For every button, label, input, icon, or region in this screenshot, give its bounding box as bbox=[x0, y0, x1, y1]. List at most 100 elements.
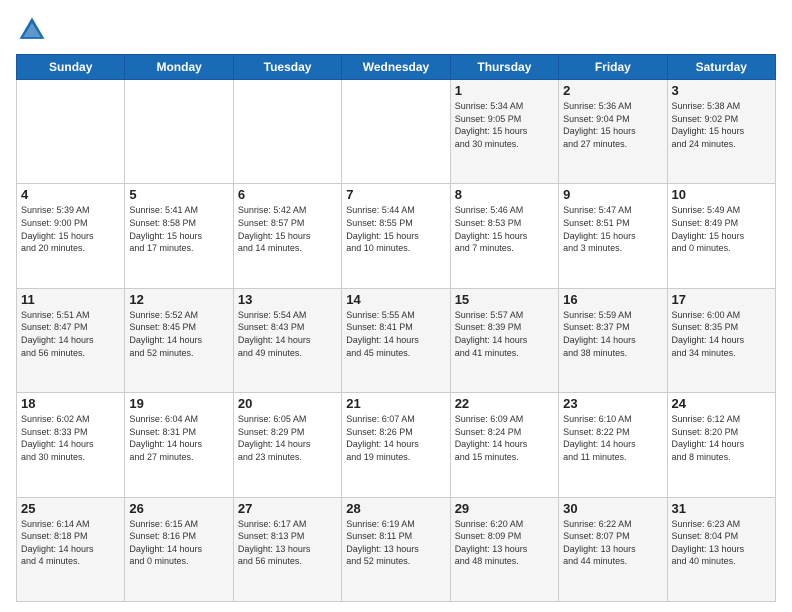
day-number: 1 bbox=[455, 83, 554, 98]
day-number: 31 bbox=[672, 501, 771, 516]
day-header-thursday: Thursday bbox=[450, 55, 558, 80]
day-cell: 14 Sunrise: 5:55 AM Sunset: 8:41 PM Dayli… bbox=[342, 288, 450, 392]
day-cell bbox=[342, 80, 450, 184]
day-number: 14 bbox=[346, 292, 445, 307]
day-number: 27 bbox=[238, 501, 337, 516]
day-info: Sunrise: 5:51 AM Sunset: 8:47 PM Dayligh… bbox=[21, 309, 120, 359]
day-info: Sunrise: 5:57 AM Sunset: 8:39 PM Dayligh… bbox=[455, 309, 554, 359]
header bbox=[16, 14, 776, 46]
day-cell: 19 Sunrise: 6:04 AM Sunset: 8:31 PM Dayli… bbox=[125, 393, 233, 497]
day-info: Sunrise: 6:23 AM Sunset: 8:04 PM Dayligh… bbox=[672, 518, 771, 568]
week-row-5: 25 Sunrise: 6:14 AM Sunset: 8:18 PM Dayli… bbox=[17, 497, 776, 601]
day-number: 11 bbox=[21, 292, 120, 307]
day-cell: 5 Sunrise: 5:41 AM Sunset: 8:58 PM Daylig… bbox=[125, 184, 233, 288]
day-cell: 17 Sunrise: 6:00 AM Sunset: 8:35 PM Dayli… bbox=[667, 288, 775, 392]
day-number: 19 bbox=[129, 396, 228, 411]
day-info: Sunrise: 5:39 AM Sunset: 9:00 PM Dayligh… bbox=[21, 204, 120, 254]
day-number: 24 bbox=[672, 396, 771, 411]
day-cell: 21 Sunrise: 6:07 AM Sunset: 8:26 PM Dayli… bbox=[342, 393, 450, 497]
week-row-1: 1 Sunrise: 5:34 AM Sunset: 9:05 PM Daylig… bbox=[17, 80, 776, 184]
day-info: Sunrise: 6:02 AM Sunset: 8:33 PM Dayligh… bbox=[21, 413, 120, 463]
calendar-table: SundayMondayTuesdayWednesdayThursdayFrid… bbox=[16, 54, 776, 602]
day-info: Sunrise: 6:00 AM Sunset: 8:35 PM Dayligh… bbox=[672, 309, 771, 359]
day-number: 25 bbox=[21, 501, 120, 516]
day-info: Sunrise: 6:04 AM Sunset: 8:31 PM Dayligh… bbox=[129, 413, 228, 463]
day-header-wednesday: Wednesday bbox=[342, 55, 450, 80]
day-cell: 4 Sunrise: 5:39 AM Sunset: 9:00 PM Daylig… bbox=[17, 184, 125, 288]
day-info: Sunrise: 5:46 AM Sunset: 8:53 PM Dayligh… bbox=[455, 204, 554, 254]
day-cell: 12 Sunrise: 5:52 AM Sunset: 8:45 PM Dayli… bbox=[125, 288, 233, 392]
day-info: Sunrise: 6:07 AM Sunset: 8:26 PM Dayligh… bbox=[346, 413, 445, 463]
day-cell bbox=[233, 80, 341, 184]
day-cell: 23 Sunrise: 6:10 AM Sunset: 8:22 PM Dayli… bbox=[559, 393, 667, 497]
day-cell: 1 Sunrise: 5:34 AM Sunset: 9:05 PM Daylig… bbox=[450, 80, 558, 184]
day-header-monday: Monday bbox=[125, 55, 233, 80]
day-number: 17 bbox=[672, 292, 771, 307]
day-cell: 7Sunrise: 5:44 AM Sunset: 8:55 PM Daylig… bbox=[342, 184, 450, 288]
day-number: 9 bbox=[563, 187, 662, 202]
day-info: Sunrise: 6:10 AM Sunset: 8:22 PM Dayligh… bbox=[563, 413, 662, 463]
header-row: SundayMondayTuesdayWednesdayThursdayFrid… bbox=[17, 55, 776, 80]
day-number: 28 bbox=[346, 501, 445, 516]
day-cell: 20 Sunrise: 6:05 AM Sunset: 8:29 PM Dayli… bbox=[233, 393, 341, 497]
day-number: 12 bbox=[129, 292, 228, 307]
day-cell: 22Sunrise: 6:09 AM Sunset: 8:24 PM Dayli… bbox=[450, 393, 558, 497]
day-info: Sunrise: 5:52 AM Sunset: 8:45 PM Dayligh… bbox=[129, 309, 228, 359]
day-number: 6 bbox=[238, 187, 337, 202]
day-cell: 2Sunrise: 5:36 AM Sunset: 9:04 PM Daylig… bbox=[559, 80, 667, 184]
day-cell: 9Sunrise: 5:47 AM Sunset: 8:51 PM Daylig… bbox=[559, 184, 667, 288]
week-row-3: 11 Sunrise: 5:51 AM Sunset: 8:47 PM Dayli… bbox=[17, 288, 776, 392]
day-cell: 28Sunrise: 6:19 AM Sunset: 8:11 PM Dayli… bbox=[342, 497, 450, 601]
day-cell: 18 Sunrise: 6:02 AM Sunset: 8:33 PM Dayli… bbox=[17, 393, 125, 497]
day-number: 20 bbox=[238, 396, 337, 411]
day-cell: 15Sunrise: 5:57 AM Sunset: 8:39 PM Dayli… bbox=[450, 288, 558, 392]
day-info: Sunrise: 5:59 AM Sunset: 8:37 PM Dayligh… bbox=[563, 309, 662, 359]
day-number: 16 bbox=[563, 292, 662, 307]
week-row-4: 18 Sunrise: 6:02 AM Sunset: 8:33 PM Dayli… bbox=[17, 393, 776, 497]
day-header-tuesday: Tuesday bbox=[233, 55, 341, 80]
day-info: Sunrise: 6:20 AM Sunset: 8:09 PM Dayligh… bbox=[455, 518, 554, 568]
day-number: 4 bbox=[21, 187, 120, 202]
day-cell: 8 Sunrise: 5:46 AM Sunset: 8:53 PM Daylig… bbox=[450, 184, 558, 288]
day-number: 5 bbox=[129, 187, 228, 202]
day-info: Sunrise: 5:55 AM Sunset: 8:41 PM Dayligh… bbox=[346, 309, 445, 359]
day-info: Sunrise: 6:15 AM Sunset: 8:16 PM Dayligh… bbox=[129, 518, 228, 568]
day-cell: 31 Sunrise: 6:23 AM Sunset: 8:04 PM Dayli… bbox=[667, 497, 775, 601]
day-number: 26 bbox=[129, 501, 228, 516]
day-cell: 6 Sunrise: 5:42 AM Sunset: 8:57 PM Daylig… bbox=[233, 184, 341, 288]
day-info: Sunrise: 6:17 AM Sunset: 8:13 PM Dayligh… bbox=[238, 518, 337, 568]
day-header-saturday: Saturday bbox=[667, 55, 775, 80]
day-cell: 27 Sunrise: 6:17 AM Sunset: 8:13 PM Dayli… bbox=[233, 497, 341, 601]
day-number: 22 bbox=[455, 396, 554, 411]
page: SundayMondayTuesdayWednesdayThursdayFrid… bbox=[0, 0, 792, 612]
logo-icon bbox=[16, 14, 48, 46]
day-number: 30 bbox=[563, 501, 662, 516]
day-info: Sunrise: 6:14 AM Sunset: 8:18 PM Dayligh… bbox=[21, 518, 120, 568]
day-info: Sunrise: 5:38 AM Sunset: 9:02 PM Dayligh… bbox=[672, 100, 771, 150]
day-info: Sunrise: 6:05 AM Sunset: 8:29 PM Dayligh… bbox=[238, 413, 337, 463]
day-info: Sunrise: 5:49 AM Sunset: 8:49 PM Dayligh… bbox=[672, 204, 771, 254]
day-number: 21 bbox=[346, 396, 445, 411]
day-cell: 3Sunrise: 5:38 AM Sunset: 9:02 PM Daylig… bbox=[667, 80, 775, 184]
day-cell bbox=[17, 80, 125, 184]
day-info: Sunrise: 5:42 AM Sunset: 8:57 PM Dayligh… bbox=[238, 204, 337, 254]
day-cell: 24 Sunrise: 6:12 AM Sunset: 8:20 PM Dayli… bbox=[667, 393, 775, 497]
day-info: Sunrise: 5:44 AM Sunset: 8:55 PM Dayligh… bbox=[346, 204, 445, 254]
day-number: 13 bbox=[238, 292, 337, 307]
day-cell: 29Sunrise: 6:20 AM Sunset: 8:09 PM Dayli… bbox=[450, 497, 558, 601]
day-cell: 25 Sunrise: 6:14 AM Sunset: 8:18 PM Dayli… bbox=[17, 497, 125, 601]
day-cell: 30Sunrise: 6:22 AM Sunset: 8:07 PM Dayli… bbox=[559, 497, 667, 601]
day-cell: 13 Sunrise: 5:54 AM Sunset: 8:43 PM Dayli… bbox=[233, 288, 341, 392]
day-header-friday: Friday bbox=[559, 55, 667, 80]
day-info: Sunrise: 6:12 AM Sunset: 8:20 PM Dayligh… bbox=[672, 413, 771, 463]
day-info: Sunrise: 5:41 AM Sunset: 8:58 PM Dayligh… bbox=[129, 204, 228, 254]
day-number: 8 bbox=[455, 187, 554, 202]
day-info: Sunrise: 5:54 AM Sunset: 8:43 PM Dayligh… bbox=[238, 309, 337, 359]
day-cell bbox=[125, 80, 233, 184]
day-number: 18 bbox=[21, 396, 120, 411]
day-cell: 16 Sunrise: 5:59 AM Sunset: 8:37 PM Dayli… bbox=[559, 288, 667, 392]
day-number: 23 bbox=[563, 396, 662, 411]
day-cell: 26 Sunrise: 6:15 AM Sunset: 8:16 PM Dayli… bbox=[125, 497, 233, 601]
day-header-sunday: Sunday bbox=[17, 55, 125, 80]
day-info: Sunrise: 5:34 AM Sunset: 9:05 PM Dayligh… bbox=[455, 100, 554, 150]
